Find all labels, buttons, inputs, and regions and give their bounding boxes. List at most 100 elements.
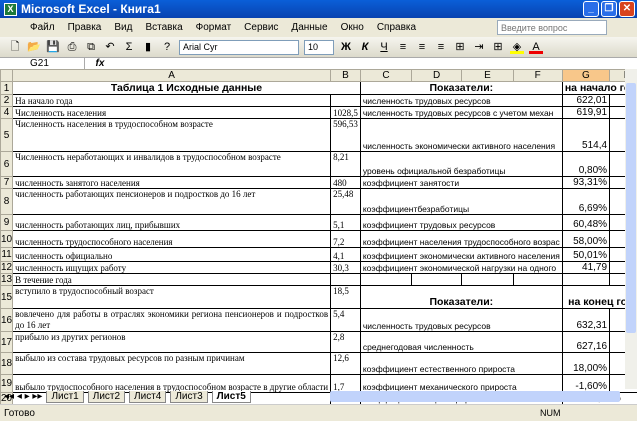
cell-a12[interactable]: численность ищущих работу	[12, 261, 332, 274]
cell-a17[interactable]: прибыло из других регионов	[12, 331, 332, 353]
cell-b16[interactable]: 5,4	[330, 308, 361, 332]
menu-edit[interactable]: Правка	[68, 22, 102, 33]
row-header[interactable]: 5	[0, 118, 14, 152]
scroll-thumb[interactable]	[626, 83, 636, 333]
close-button[interactable]: ✕	[619, 1, 635, 17]
cell-a9[interactable]: численность работающих лиц, прибывших	[12, 214, 332, 231]
cell-c5[interactable]: численность экономически активного насел…	[359, 118, 563, 152]
cell-g10[interactable]: 58,00%	[561, 230, 611, 248]
cell-a1[interactable]: Таблица 1 Исходные данные	[12, 81, 361, 95]
cell-g7[interactable]: 93,31%	[561, 176, 611, 189]
autosum-button[interactable]: Σ	[122, 40, 136, 54]
cell-f13[interactable]	[512, 273, 563, 286]
tab-list3[interactable]: Лист3	[170, 390, 208, 403]
menu-insert[interactable]: Вставка	[145, 22, 182, 33]
vertical-scrollbar[interactable]	[625, 69, 637, 389]
column-header-e[interactable]: E	[461, 69, 514, 82]
cell-c17[interactable]: среднегодовая численность	[359, 331, 563, 353]
cell-c8[interactable]: коэффициентбезработицы	[359, 188, 563, 215]
cell-c6[interactable]: уровень официальной безработицы	[359, 151, 563, 177]
cell-c4[interactable]: численность трудовых ресурсов с учетом м…	[359, 106, 563, 119]
cell-g18[interactable]: 18,00%	[561, 352, 611, 375]
cell-b5[interactable]: 596,53	[330, 118, 361, 152]
cell-b15[interactable]: 18,5	[330, 285, 361, 309]
row-header[interactable]: 15	[0, 285, 14, 309]
cell-a11[interactable]: численность официально	[12, 247, 332, 262]
cell-g13[interactable]	[561, 273, 611, 286]
row-header[interactable]: 1	[0, 81, 14, 95]
cell-b4[interactable]: 1028,5	[330, 106, 361, 119]
cell-e13[interactable]	[461, 273, 514, 286]
column-header-g[interactable]: G	[561, 69, 611, 82]
underline-button[interactable]: Ч	[377, 40, 391, 54]
spreadsheet-grid[interactable]: ABCDEFGHI1Таблица 1 Исходные данныеПоказ…	[0, 69, 637, 405]
cell-b8[interactable]: 25,48	[330, 188, 361, 215]
copy-icon[interactable]: ⧉	[84, 40, 98, 54]
row-header[interactable]: 12	[0, 261, 14, 274]
cell-b12[interactable]: 30,3	[330, 261, 361, 274]
cell-a13[interactable]: В течение года	[12, 273, 332, 286]
formula-input[interactable]	[115, 58, 637, 69]
cell-g5[interactable]: 514,4	[561, 118, 611, 152]
merge-center-icon[interactable]: ⊞	[453, 40, 467, 54]
help-search-input[interactable]	[497, 20, 607, 35]
cell-a5[interactable]: Численность населения в трудоспособном в…	[12, 118, 332, 152]
cell-b9[interactable]: 5,1	[330, 214, 361, 231]
italic-button[interactable]: К	[358, 40, 372, 54]
cell-g12[interactable]: 41,79	[561, 261, 611, 274]
cell-a10[interactable]: численность трудоспособного населения	[12, 230, 332, 248]
cell-c9[interactable]: коэффициент трудовых ресурсов	[359, 214, 563, 231]
cell-g9[interactable]: 60,48%	[561, 214, 611, 231]
open-icon[interactable]: 📂	[27, 40, 41, 54]
cell-c12[interactable]: коэффициент экономической нагрузки на од…	[359, 261, 563, 274]
cell-a4[interactable]: Численность населения	[12, 106, 332, 119]
help-icon[interactable]: ?	[160, 40, 174, 54]
row-header[interactable]: 18	[0, 352, 14, 375]
horizontal-scrollbar[interactable]	[330, 391, 620, 402]
row-header[interactable]: 6	[0, 151, 14, 177]
cell-b6[interactable]: 8,21	[330, 151, 361, 177]
cell-b17[interactable]: 2,8	[330, 331, 361, 353]
fx-icon[interactable]: fx	[85, 58, 115, 69]
column-header-d[interactable]: D	[411, 69, 463, 82]
cell-b13[interactable]	[330, 273, 361, 286]
cell-b7[interactable]: 480	[330, 176, 361, 189]
row-header[interactable]: 8	[0, 188, 14, 215]
cell-a2[interactable]: На начало года	[12, 94, 332, 107]
row-header[interactable]: 10	[0, 230, 14, 248]
tab-nav-arrows[interactable]: ◂◂ ◂ ▸ ▸▸	[4, 391, 42, 402]
row-header[interactable]: 7	[0, 176, 14, 189]
row-header[interactable]: 16	[0, 308, 14, 332]
tab-list1[interactable]: Лист1	[46, 390, 84, 403]
cell-b11[interactable]: 4,1	[330, 247, 361, 262]
cell-c1[interactable]: Показатели:	[359, 81, 563, 95]
cell-c15[interactable]: Показатели:	[359, 285, 563, 309]
cell-c11[interactable]: коэффициент экономически активного насел…	[359, 247, 563, 262]
cell-g2[interactable]: 622,01	[561, 94, 611, 107]
cell-b2[interactable]	[330, 94, 361, 107]
cell-a15[interactable]: вступило в трудоспособный возраст	[12, 285, 332, 309]
menu-format[interactable]: Формат	[196, 22, 232, 33]
menu-window[interactable]: Окно	[341, 22, 364, 33]
font-select[interactable]: Arial Cyr	[179, 39, 299, 55]
align-center-icon[interactable]: ≡	[415, 40, 429, 54]
cell-g6[interactable]: 0,80%	[561, 151, 611, 177]
menu-data[interactable]: Данные	[291, 22, 327, 33]
fill-color-icon[interactable]: ◈	[510, 40, 524, 54]
maximize-button[interactable]: ❐	[601, 1, 617, 17]
cell-c10[interactable]: коэффициент населения трудоспособного во…	[359, 230, 563, 248]
align-left-icon[interactable]: ≡	[396, 40, 410, 54]
cell-g17[interactable]: 627,16	[561, 331, 611, 353]
row-header[interactable]: 17	[0, 331, 14, 353]
column-header-b[interactable]: B	[330, 69, 361, 82]
menu-view[interactable]: Вид	[114, 22, 132, 33]
row-header[interactable]: 2	[0, 94, 14, 107]
cell-c2[interactable]: численность трудовых ресурсов	[359, 94, 563, 107]
cell-d13[interactable]	[411, 273, 463, 286]
align-right-icon[interactable]: ≡	[434, 40, 448, 54]
print-icon[interactable]: ⎙	[65, 40, 79, 54]
menu-file[interactable]: Файл	[30, 22, 55, 33]
cell-b18[interactable]: 12,6	[330, 352, 361, 375]
borders-icon[interactable]: ⊞	[491, 40, 505, 54]
minimize-button[interactable]: _	[583, 1, 599, 17]
